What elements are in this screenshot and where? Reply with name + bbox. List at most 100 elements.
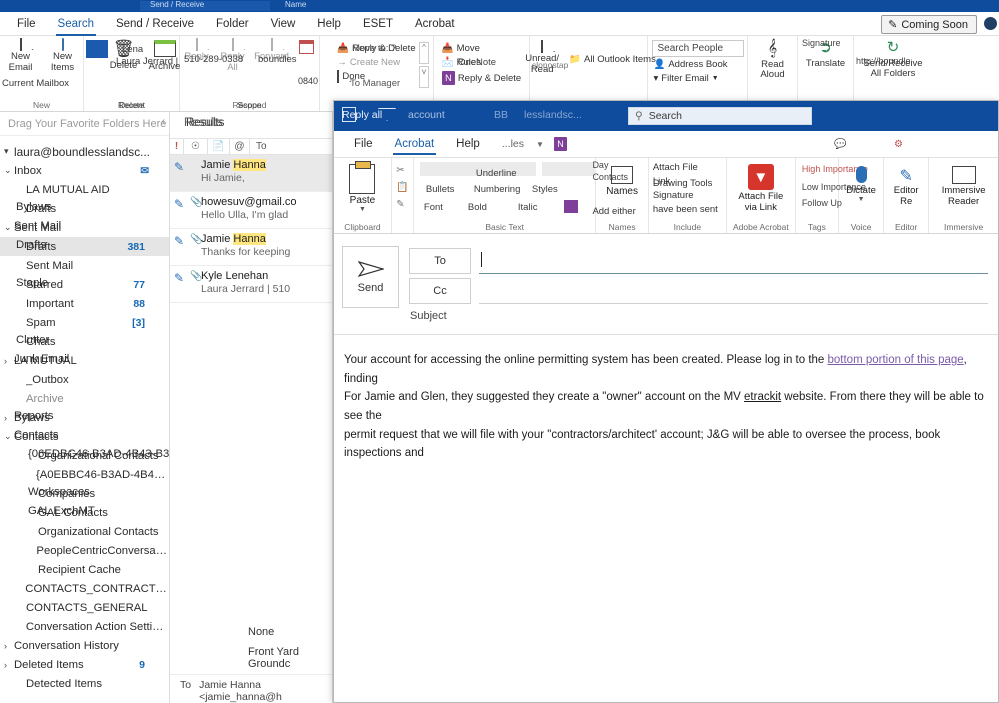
message-list-item[interactable]: ✎📎Jamie HannaThanks for keeping: [170, 229, 332, 266]
quickstep-move-to[interactable]: 📥 Reply & Delete: [335, 42, 417, 55]
rules-button[interactable]: 📩 Rules: [440, 56, 523, 69]
tab-help[interactable]: Help: [306, 15, 352, 33]
folder-item-conversation-history[interactable]: ›Conversation History: [0, 636, 169, 655]
to-input[interactable]: [479, 248, 988, 274]
chevron-down-icon[interactable]: ▾: [4, 146, 14, 157]
compose-search-box[interactable]: ⚲ Search: [628, 107, 812, 125]
reply-all-button[interactable]: Reply All: [216, 40, 250, 73]
font-name-box[interactable]: [420, 162, 536, 176]
folder-item-sent-mail[interactable]: Sent Mail: [0, 256, 169, 275]
chevron-down-icon[interactable]: ⌄: [4, 222, 14, 233]
quickstep-team-email[interactable]: → Create New: [335, 56, 417, 69]
meeting-button[interactable]: [294, 40, 320, 54]
message-list-item[interactable]: ✎📎Kyle LenehanLaura Jerrard | 510: [170, 266, 332, 303]
reply-button[interactable]: Reply: [180, 40, 214, 63]
folder-item-outbox[interactable]: _Outbox: [0, 370, 169, 389]
copy-icon[interactable]: 📋: [396, 182, 408, 193]
editor-icon[interactable]: ✎: [896, 166, 916, 184]
chevron-down-icon[interactable]: ▼: [846, 196, 876, 203]
column-to[interactable]: To: [250, 139, 267, 154]
chevron-down-icon[interactable]: ▼: [536, 140, 544, 149]
compose-tab-acrobat[interactable]: Acrobat: [385, 135, 445, 153]
attachment-icon[interactable]: @: [230, 139, 250, 154]
search-people-input[interactable]: Search People: [652, 40, 744, 57]
chevron-down-icon[interactable]: ⌄: [4, 431, 14, 442]
folder-item-archive[interactable]: Archive: [0, 389, 169, 408]
folder-item-recipient-cache[interactable]: Recipient Cache: [0, 560, 169, 579]
move-button[interactable]: 📥 Move: [440, 42, 523, 55]
new-items-button[interactable]: New Items: [43, 40, 83, 73]
compose-tab-file[interactable]: File: [344, 135, 383, 153]
folder-item-important[interactable]: Important88: [0, 294, 169, 313]
column-importance[interactable]: !: [170, 139, 184, 154]
folder-item-starred[interactable]: StarredStaple77: [0, 275, 169, 294]
unread-read-button[interactable]: Unread/ Read: [519, 42, 565, 75]
format-painter-icon[interactable]: ✎: [396, 199, 408, 210]
chevron-right-icon[interactable]: ›: [4, 356, 14, 366]
send-button[interactable]: Send: [342, 246, 399, 308]
reminder-icon[interactable]: ☉: [184, 139, 208, 154]
microphone-icon[interactable]: [856, 166, 867, 183]
compose-tab-help[interactable]: Help: [446, 135, 490, 153]
favorites-drop-hint[interactable]: Drag Your Favorite Folders Here: [0, 112, 169, 136]
send-receive-all-folders-button[interactable]: ↻ Send/Receive All Folders: [859, 40, 927, 79]
new-email-button[interactable]: New Email: [1, 40, 41, 73]
chevron-right-icon[interactable]: ›: [4, 641, 14, 651]
tab-eset[interactable]: ESET: [352, 15, 404, 33]
message-list-item[interactable]: ✎📎howesuv@gmail.coHello Ulla, I'm glad: [170, 192, 332, 229]
folder-item-organizational-contacts[interactable]: Organizational Contacts: [0, 522, 169, 541]
pane-collapse-handle[interactable]: ‹: [162, 116, 165, 127]
cc-input[interactable]: [479, 278, 988, 304]
to-button[interactable]: To: [409, 248, 471, 274]
archive-button[interactable]: Archive: [145, 40, 185, 73]
quickstep-to-manager[interactable]: Done: [335, 70, 417, 83]
folder-item-deleted-items[interactable]: ›Deleted Items9: [0, 655, 169, 674]
folder-item-drafts[interactable]: DraftsBylaws: [0, 199, 169, 218]
chevron-right-icon[interactable]: ›: [4, 413, 14, 423]
tab-search[interactable]: Search: [47, 15, 105, 33]
folder-item-organizational-contacts[interactable]: Organizational Contacts{06EDBC46-B3AD-4B…: [0, 446, 169, 465]
font-size-box[interactable]: [542, 162, 596, 176]
tab-send-receive[interactable]: Send / Receive: [105, 15, 205, 33]
adobe-pdf-icon[interactable]: ▼: [748, 164, 774, 190]
folder-item-la-mutual-aid[interactable]: LA MUTUAL AID: [0, 180, 169, 199]
folder-item-contacts-general[interactable]: CONTACTS_GENERAL: [0, 598, 169, 617]
folder-item-conversation-action-settings[interactable]: Conversation Action Settings: [0, 617, 169, 636]
translate-button[interactable]: ➲ Translate: [802, 40, 850, 69]
onenote-icon[interactable]: N: [554, 137, 567, 151]
address-card-icon[interactable]: [611, 166, 633, 184]
delete-button[interactable]: 🗑 Delete: [105, 40, 143, 71]
highlight-icon[interactable]: [564, 200, 578, 213]
cut-icon[interactable]: ✂: [396, 165, 408, 176]
compose-body[interactable]: Your account for accessing the online pe…: [334, 335, 998, 463]
folder-account-row[interactable]: ▾laura@boundlesslandsc...: [0, 142, 169, 161]
quick-steps-scroll-down[interactable]: v: [419, 66, 429, 88]
folder-item-detected-items[interactable]: Detected Items: [0, 674, 169, 693]
tab-acrobat[interactable]: Acrobat: [404, 15, 466, 33]
chevron-down-icon[interactable]: ⌄: [4, 165, 14, 176]
folder-item-la-mutual[interactable]: ›LA MUTUALJunk Email: [0, 351, 169, 370]
folder-item-companies[interactable]: CompaniesWorkspaces: [0, 484, 169, 503]
folder-item-peoplecentricconversation-b[interactable]: PeopleCentricConversation B...: [0, 541, 169, 560]
folder-item-spam[interactable]: Spam[3]: [0, 313, 169, 332]
quick-steps-scroll-up[interactable]: ^: [419, 42, 429, 64]
chevron-down-icon[interactable]: ▼: [349, 206, 375, 213]
folder-item-drafts[interactable]: DraftsDrafts381: [0, 237, 169, 256]
filter-email-button[interactable]: ▾ Filter Email ▼: [652, 72, 744, 85]
save-icon[interactable]: [342, 107, 356, 122]
message-list-item[interactable]: ✎Jamie HannaHi Jamie,: [170, 155, 332, 192]
folder-item-inbox[interactable]: ⌄Inbox✉: [0, 161, 169, 180]
account-avatar[interactable]: [984, 17, 997, 30]
compose-tab-overflow[interactable]: ...les: [492, 135, 534, 153]
compose-ribbon-extra-icon-2[interactable]: ⚙: [894, 139, 903, 150]
tab-file[interactable]: File: [6, 15, 47, 33]
forward-button[interactable]: Forward: [252, 40, 292, 63]
folder-item-sent-mail[interactable]: ⌄Sent MailSent Mail: [0, 218, 169, 237]
tab-folder[interactable]: Folder: [205, 15, 260, 33]
folder-item-contacts[interactable]: ⌄ContactsContacts: [0, 427, 169, 446]
all-outlook-items-button[interactable]: 📁 All Outlook Items: [567, 42, 658, 66]
folder-item-chats[interactable]: ChatsClutter: [0, 332, 169, 351]
tab-view[interactable]: View: [260, 15, 307, 33]
folder-item-contacts-contractors[interactable]: CONTACTS_CONTRACTORS: [0, 579, 169, 598]
page-icon[interactable]: 📄: [208, 139, 230, 154]
